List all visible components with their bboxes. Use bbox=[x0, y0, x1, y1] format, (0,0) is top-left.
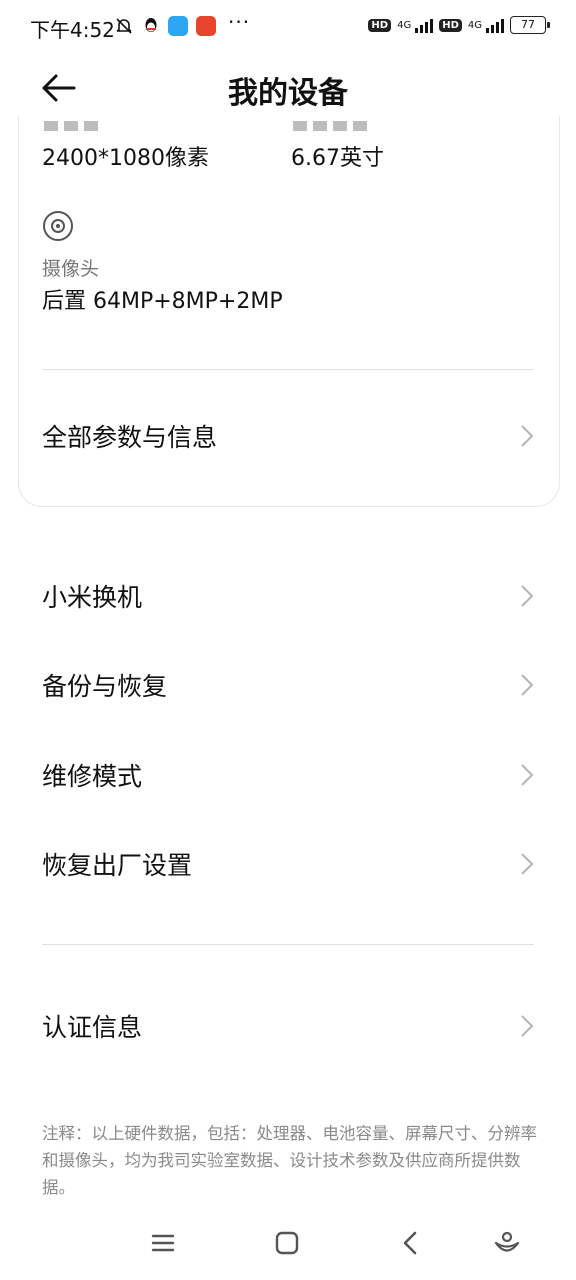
footnote: 注释：以上硬件数据，包括：处理器、电池容量、屏幕尺寸、分辨率和摄像头，均为我司实… bbox=[42, 1124, 537, 1197]
camera-lens-icon bbox=[43, 211, 73, 241]
mute-bell-icon bbox=[116, 18, 132, 34]
menu-item-backup-restore[interactable]: 备份与恢复 bbox=[0, 649, 576, 721]
resolution-value: 2400*1080像素 bbox=[42, 146, 209, 171]
network-type: 4G bbox=[467, 19, 482, 31]
status-bar: 下午4:52 ··· HD 4G HD 4G 77 bbox=[0, 0, 576, 56]
menu-item-certification[interactable]: 认证信息 bbox=[0, 990, 576, 1062]
menu-item-factory-reset[interactable]: 恢复出厂设置 bbox=[0, 828, 576, 900]
back-icon[interactable] bbox=[396, 1228, 426, 1258]
status-right: HD 4G HD 4G 77 bbox=[368, 16, 550, 34]
signal-icon bbox=[486, 17, 504, 33]
status-time: 下午4:52 bbox=[30, 18, 115, 42]
menu-icon[interactable] bbox=[148, 1228, 178, 1258]
section-divider bbox=[42, 944, 534, 945]
all-specs-row[interactable]: 全部参数与信息 bbox=[18, 400, 558, 472]
notification-icons bbox=[114, 16, 216, 36]
camera-value: 后置 64MP+8MP+2MP bbox=[42, 289, 283, 314]
qq-icon bbox=[145, 18, 157, 32]
chevron-right-icon bbox=[521, 853, 534, 875]
signal-icon bbox=[415, 17, 434, 33]
network-type: 4G bbox=[397, 19, 412, 31]
menu-item-label: 恢复出厂设置 bbox=[42, 851, 193, 880]
menu-item-repair-mode[interactable]: 维修模式 bbox=[0, 739, 576, 811]
resolution-label-cut bbox=[42, 118, 102, 132]
home-icon[interactable] bbox=[272, 1228, 302, 1258]
app-bubble-icon bbox=[168, 16, 188, 36]
chevron-right-icon bbox=[521, 764, 534, 786]
battery-icon: 77 bbox=[510, 16, 550, 34]
screen-size-label-cut bbox=[291, 118, 373, 132]
camera-label: 摄像头 bbox=[42, 258, 100, 280]
all-specs-label: 全部参数与信息 bbox=[42, 423, 218, 452]
page-title: 我的设备 bbox=[228, 76, 348, 111]
screen-size-value: 6.67英寸 bbox=[291, 146, 384, 171]
menu-item-label: 备份与恢复 bbox=[42, 672, 168, 701]
app-red-icon bbox=[196, 16, 216, 36]
menu-item-label: 维修模式 bbox=[42, 762, 143, 791]
card-divider bbox=[42, 369, 534, 370]
chevron-right-icon bbox=[521, 425, 534, 447]
hd-badge: HD bbox=[439, 18, 462, 32]
menu-item-label: 小米换机 bbox=[42, 583, 143, 612]
chevron-right-icon bbox=[521, 674, 534, 696]
certification-label: 认证信息 bbox=[42, 1013, 143, 1042]
chevron-right-icon bbox=[521, 585, 534, 607]
hd-badge: HD bbox=[368, 18, 392, 32]
chevron-right-icon bbox=[521, 1015, 534, 1037]
menu-item-mi-mover[interactable]: 小米换机 bbox=[0, 560, 576, 632]
more-status-icon: ··· bbox=[228, 10, 251, 34]
assistant-icon[interactable] bbox=[492, 1228, 522, 1258]
